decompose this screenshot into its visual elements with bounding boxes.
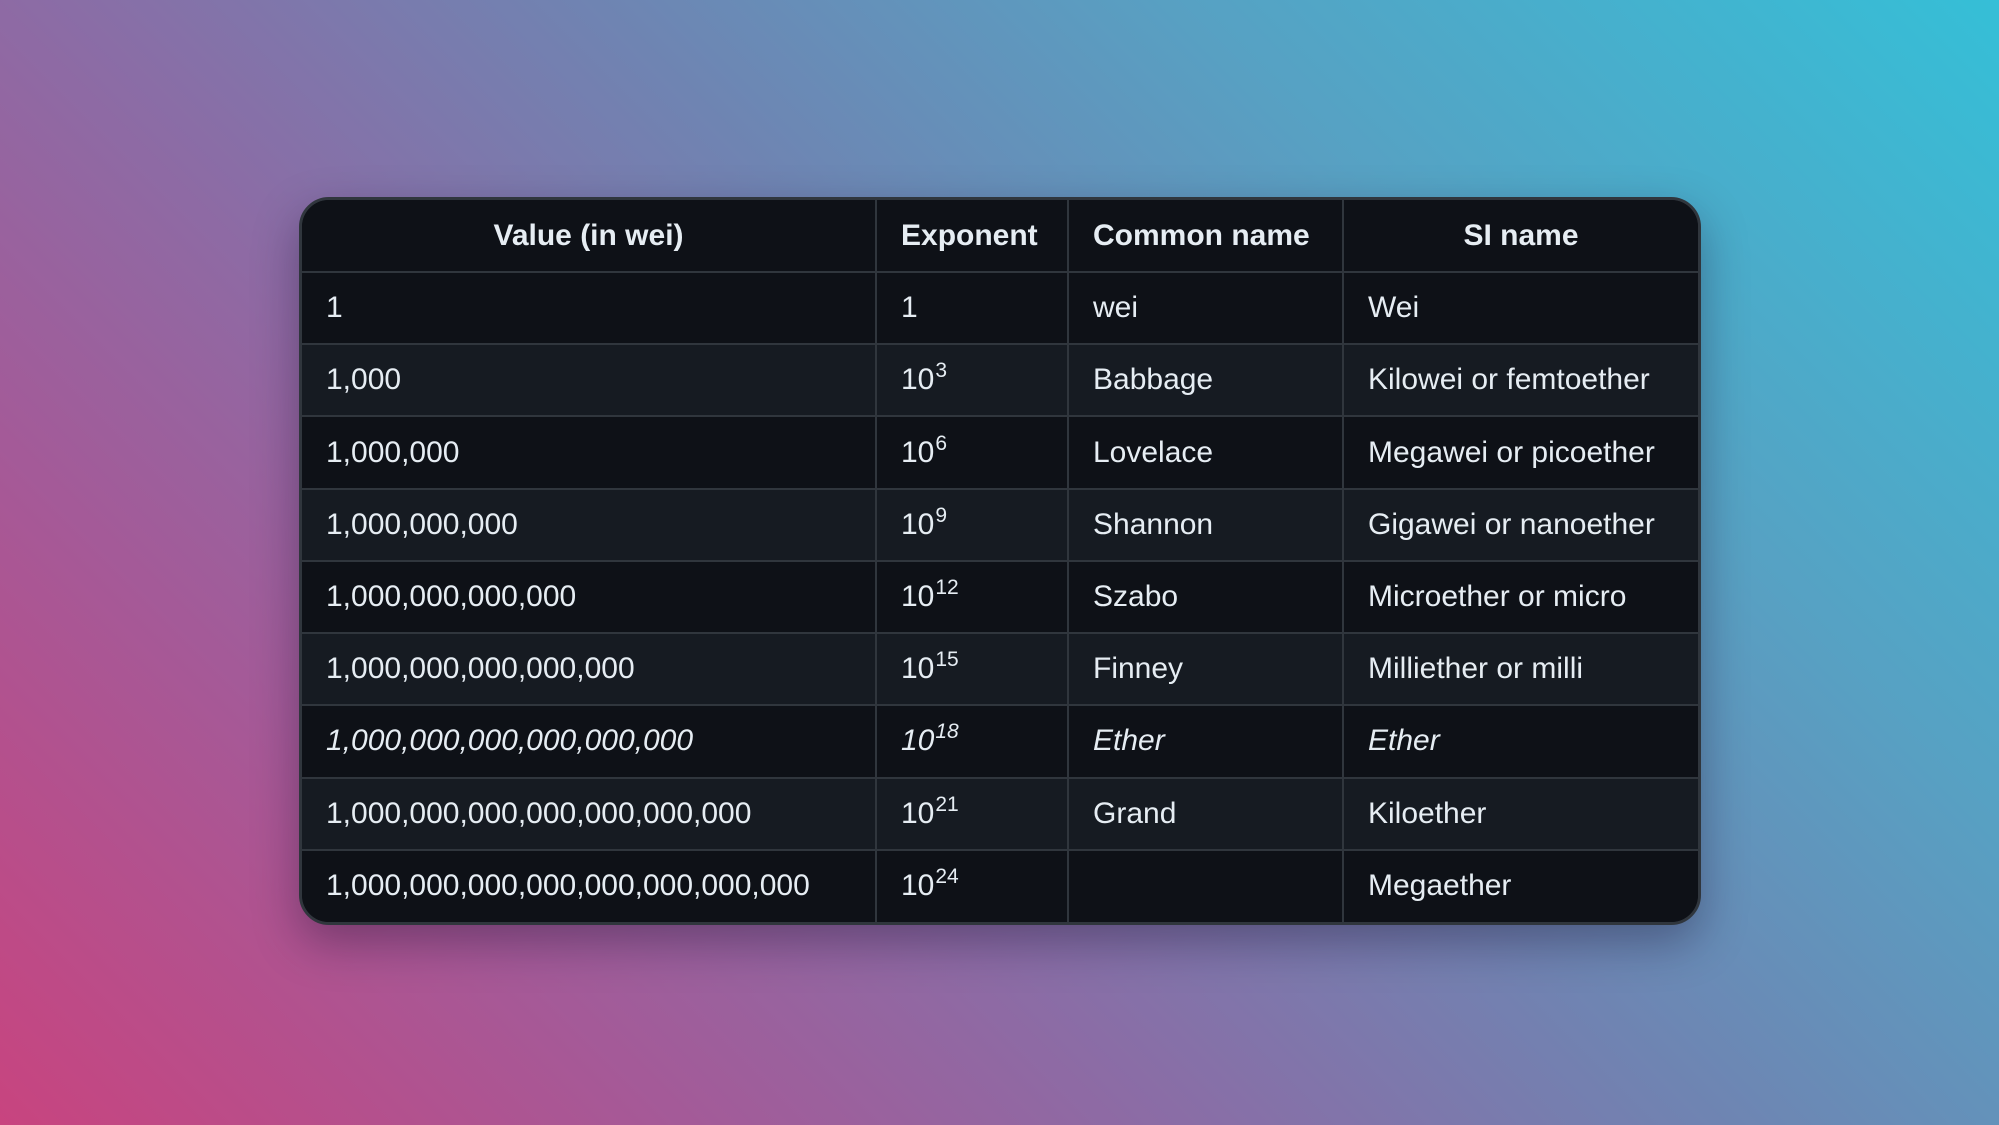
exponent-base: 10: [901, 652, 935, 686]
common-name-cell: Szabo: [1067, 559, 1344, 635]
table-row-ether: 1,000,000,000,000,000,000 1018 Ether Eth…: [302, 704, 1698, 779]
exponent-base: 10: [901, 724, 935, 758]
exponent-cell: 1012: [875, 559, 1069, 635]
value-cell: 1,000,000,000,000,000: [302, 632, 877, 707]
value-cell: 1,000: [302, 343, 877, 418]
exponent-base: 10: [901, 363, 935, 397]
common-name-cell: Finney: [1067, 632, 1344, 707]
common-name-cell: Grand: [1067, 776, 1344, 851]
exponent-power: 24: [935, 865, 959, 889]
common-name-cell: Ether: [1067, 704, 1344, 779]
header-exponent: Exponent: [875, 200, 1069, 273]
exponent-cell: 1021: [875, 776, 1069, 851]
si-name-cell: Kiloether: [1342, 776, 1698, 851]
exponent-base: 10: [901, 796, 935, 830]
exponent-power: 12: [935, 575, 959, 599]
header-si-name: SI name: [1342, 200, 1698, 273]
value-cell: 1,000,000: [302, 415, 877, 490]
table-row: 1,000,000,000,000,000 1015 Finney Millie…: [302, 632, 1698, 707]
si-name-cell: Ether: [1342, 704, 1698, 779]
table-header-row: Value (in wei) Exponent Common name SI n…: [302, 200, 1698, 273]
si-name-cell: Kilowei or femtoether: [1342, 343, 1698, 418]
header-common-name: Common name: [1067, 200, 1344, 273]
exponent-power: 18: [935, 720, 959, 744]
value-cell: 1,000,000,000,000,000,000,000: [302, 776, 877, 851]
header-value: Value (in wei): [302, 200, 877, 273]
si-name-cell: Wei: [1342, 270, 1698, 346]
value-cell: 1,000,000,000,000,000,000,000,000: [302, 848, 877, 922]
si-name-cell: Milliether or milli: [1342, 632, 1698, 707]
exponent-cell: 106: [875, 415, 1069, 490]
exponent-cell: 109: [875, 487, 1069, 562]
table-row: 1,000 103 Babbage Kilowei or femtoether: [302, 343, 1698, 418]
value-cell: 1,000,000,000,000,000,000: [302, 704, 877, 779]
common-name-cell: Shannon: [1067, 487, 1344, 562]
si-name-cell: Gigawei or nanoether: [1342, 487, 1698, 562]
exponent-power: 15: [935, 648, 959, 672]
exponent-base: 10: [901, 869, 935, 903]
common-name-cell: Lovelace: [1067, 415, 1344, 490]
exponent-base: 10: [901, 435, 935, 469]
exponent-base: 10: [901, 507, 935, 541]
value-cell: 1,000,000,000,000: [302, 559, 877, 635]
table-row: 1,000,000,000,000,000,000,000 1021 Grand…: [302, 776, 1698, 851]
si-name-cell: Megaether: [1342, 848, 1698, 922]
table-row: 1 1 wei Wei: [302, 270, 1698, 346]
exponent-cell: 1024: [875, 848, 1069, 922]
exponent-power: 21: [935, 792, 959, 816]
exponent-power: 3: [935, 359, 948, 383]
exponent-cell: 1015: [875, 632, 1069, 707]
common-name-cell: wei: [1067, 270, 1344, 346]
table-row: 1,000,000,000,000,000,000,000,000 1024 M…: [302, 848, 1698, 922]
exponent-base: 1: [901, 291, 918, 325]
exponent-base: 10: [901, 579, 935, 613]
si-name-cell: Megawei or picoether: [1342, 415, 1698, 490]
table-row: 1,000,000 106 Lovelace Megawei or picoet…: [302, 415, 1698, 490]
value-cell: 1: [302, 270, 877, 346]
si-name-cell: Microether or micro: [1342, 559, 1698, 635]
table-row: 1,000,000,000,000 1012 Szabo Microether …: [302, 559, 1698, 635]
exponent-cell: 1: [875, 270, 1069, 346]
value-cell: 1,000,000,000: [302, 487, 877, 562]
common-name-cell: Babbage: [1067, 343, 1344, 418]
exponent-power: 6: [935, 431, 948, 455]
common-name-cell: [1067, 848, 1344, 922]
exponent-power: 9: [935, 503, 948, 527]
table-row: 1,000,000,000 109 Shannon Gigawei or nan…: [302, 487, 1698, 562]
wei-units-table: Value (in wei) Exponent Common name SI n…: [302, 200, 1698, 922]
wei-units-table-card: Value (in wei) Exponent Common name SI n…: [299, 197, 1701, 925]
exponent-cell: 103: [875, 343, 1069, 418]
exponent-cell: 1018: [875, 704, 1069, 779]
